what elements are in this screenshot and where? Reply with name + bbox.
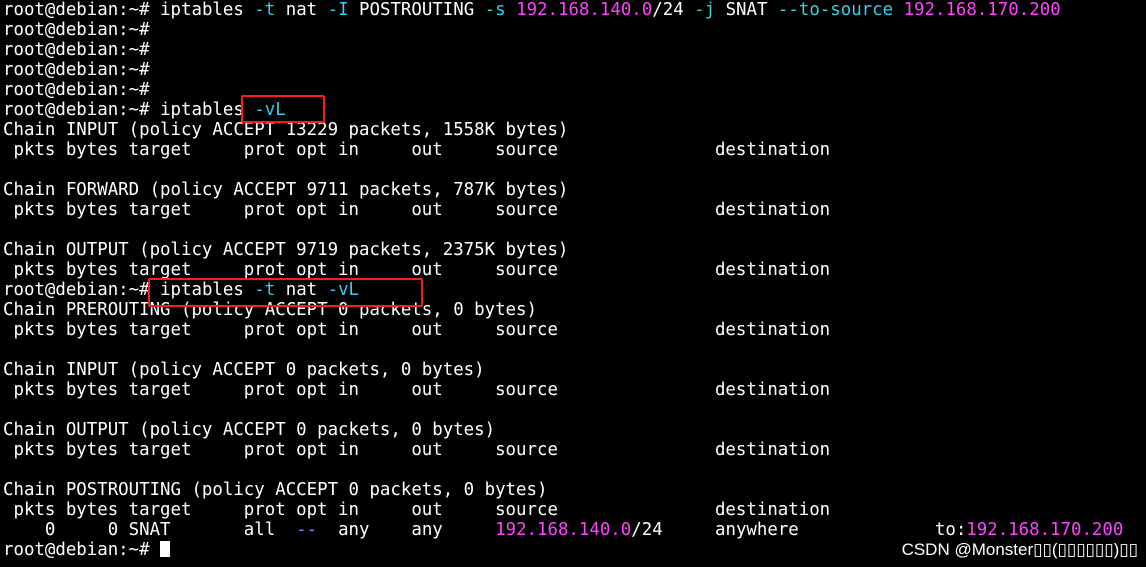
output-text: pkts bytes target prot opt in out source… [3, 200, 831, 220]
shell-prompt: root@debian:~# [3, 80, 161, 100]
terminal-line: root@debian:~# [3, 20, 1146, 40]
output-text: pkts bytes target prot opt in out source… [3, 440, 831, 460]
terminal-line: root@debian:~# [3, 60, 1146, 80]
output-text: Chain OUTPUT (policy ACCEPT 9719 packets… [3, 240, 569, 260]
terminal-output: root@debian:~# iptables -t nat -I POSTRO… [3, 0, 1146, 560]
terminal-line: pkts bytes target prot opt in out source… [3, 500, 1146, 520]
shell-prompt: root@debian:~# [3, 60, 161, 80]
output-text: Chain POSTROUTING (policy ACCEPT 0 packe… [3, 480, 548, 500]
output-text: Chain PREROUTING (policy ACCEPT 0 packet… [3, 300, 537, 320]
terminal-line: Chain OUTPUT (policy ACCEPT 0 packets, 0… [3, 420, 1146, 440]
output-text: pkts bytes target prot opt in out source… [3, 320, 831, 340]
terminal-line: Chain POSTROUTING (policy ACCEPT 0 packe… [3, 480, 1146, 500]
terminal-line: pkts bytes target prot opt in out source… [3, 260, 1146, 280]
shell-prompt: root@debian:~# [3, 20, 161, 40]
output-text: Chain INPUT (policy ACCEPT 0 packets, 0 … [3, 360, 485, 380]
command-text: iptables -t nat -vL [160, 280, 360, 300]
terminal-line: Chain OUTPUT (policy ACCEPT 9719 packets… [3, 240, 1146, 260]
output-text: Chain FORWARD (policy ACCEPT 9711 packet… [3, 180, 569, 200]
terminal-line: root@debian:~# iptables -t nat -I POSTRO… [3, 0, 1146, 20]
terminal-line: pkts bytes target prot opt in out source… [3, 140, 1146, 160]
output-text: pkts bytes target prot opt in out source… [3, 140, 831, 160]
terminal-line: root@debian:~# [3, 40, 1146, 60]
terminal-line: Chain INPUT (policy ACCEPT 13229 packets… [3, 120, 1146, 140]
terminal-line: pkts bytes target prot opt in out source… [3, 380, 1146, 400]
terminal-line: Chain INPUT (policy ACCEPT 0 packets, 0 … [3, 360, 1146, 380]
output-text: Chain OUTPUT (policy ACCEPT 0 packets, 0… [3, 420, 496, 440]
shell-prompt: root@debian:~# [3, 100, 161, 120]
shell-prompt: root@debian:~# [3, 0, 161, 20]
shell-prompt: root@debian:~# [3, 540, 161, 560]
terminal-line: Chain PREROUTING (policy ACCEPT 0 packet… [3, 300, 1146, 320]
terminal-line: pkts bytes target prot opt in out source… [3, 200, 1146, 220]
terminal-line: root@debian:~# [3, 80, 1146, 100]
terminal-line: 0 0 SNAT all -- any any 192.168.140.0/24… [3, 520, 1146, 540]
output-text: pkts bytes target prot opt in out source… [3, 500, 831, 520]
command-text: iptables -vL [160, 100, 286, 120]
terminal-line: pkts bytes target prot opt in out source… [3, 440, 1146, 460]
terminal-cursor[interactable] [160, 541, 171, 557]
output-text: pkts bytes target prot opt in out source… [3, 260, 831, 280]
terminal-line: pkts bytes target prot opt in out source… [3, 320, 1146, 340]
terminal-line: root@debian:~# iptables -t nat -vL [3, 280, 1146, 300]
terminal-line: root@debian:~# iptables -vL [3, 100, 1146, 120]
output-text: pkts bytes target prot opt in out source… [3, 380, 831, 400]
shell-prompt: root@debian:~# [3, 280, 161, 300]
output-text: Chain INPUT (policy ACCEPT 13229 packets… [3, 120, 569, 140]
csdn-watermark: CSDN @Monster▯▯(▯▯▯▯▯▯)▯▯ [901, 540, 1138, 559]
output-text: 0 0 SNAT all -- any any 192.168.140.0/24… [3, 520, 1124, 540]
shell-prompt: root@debian:~# [3, 40, 161, 60]
command-text: iptables -t nat -I POSTROUTING -s 192.16… [160, 0, 1061, 20]
terminal-line: Chain FORWARD (policy ACCEPT 9711 packet… [3, 180, 1146, 200]
terminal-window[interactable]: root@debian:~# iptables -t nat -I POSTRO… [3, 0, 1146, 560]
